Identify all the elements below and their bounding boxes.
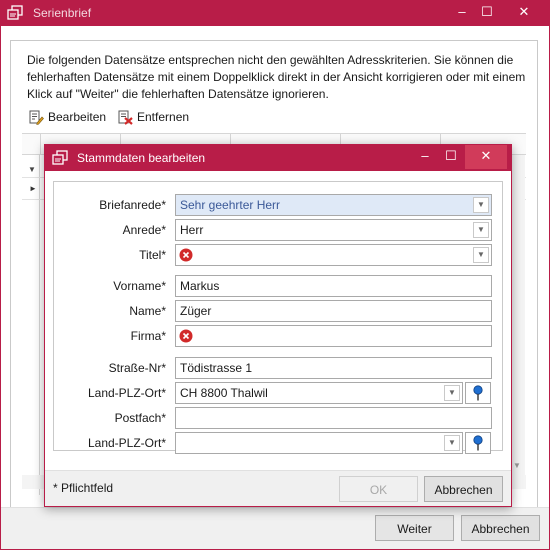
vorname-input[interactable]: Markus (175, 275, 492, 297)
postfach-input[interactable] (175, 407, 492, 429)
window-title-bar[interactable]: Serienbrief – ☐ ✕ (0, 0, 550, 26)
land-plz-ort-2-select[interactable]: ▼ (175, 432, 463, 454)
maximize-button[interactable]: ☐ (473, 0, 501, 26)
chevron-down-icon[interactable]: ▼ (473, 247, 489, 263)
chevron-down-icon[interactable]: ▼ (444, 435, 460, 451)
firma-input[interactable] (175, 325, 492, 347)
dialog-minimize-button[interactable]: – (412, 145, 438, 169)
field-label-name: Name* (129, 304, 166, 318)
ok-button[interactable]: OK (339, 476, 418, 502)
briefanrede-select[interactable]: Sehr geehrter Herr ▼ (175, 194, 492, 216)
field-label-briefanrede: Briefanrede* (99, 198, 166, 212)
current-row-icon: ► (29, 184, 37, 193)
remove-button[interactable]: Entfernen (117, 109, 189, 125)
edit-label: Bearbeiten (48, 110, 107, 124)
chevron-down-icon[interactable]: ▼ (473, 222, 489, 238)
error-icon (179, 248, 193, 262)
close-button[interactable]: ✕ (504, 0, 544, 26)
chevron-down-icon[interactable]: ▼ (444, 385, 460, 401)
grid-column-divider (40, 133, 41, 155)
remove-label: Entfernen (137, 110, 190, 124)
error-icon (179, 329, 193, 343)
edit-icon (29, 110, 44, 125)
dialog-close-button[interactable]: ✕ (465, 145, 507, 169)
anrede-select[interactable]: Herr ▼ (175, 219, 492, 241)
info-text: Die folgenden Datensätze entsprechen nic… (27, 53, 526, 101)
titel-select[interactable]: ▼ (175, 244, 492, 266)
dialog-title-bar[interactable]: Stammdaten bearbeiten – ☐ ✕ (45, 145, 511, 171)
grid-vertical-scrollbar[interactable] (511, 155, 525, 475)
cancel-button[interactable]: Abbrechen (461, 515, 540, 541)
locate-button-2[interactable] (465, 432, 491, 454)
land-plz-ort-select[interactable]: CH 8800 Thalwil ▼ (175, 382, 463, 404)
strasse-input[interactable]: Tödistrasse 1 (175, 357, 492, 379)
locate-button[interactable] (465, 382, 491, 404)
anrede-value: Herr (180, 223, 204, 237)
field-label-anrede: Anrede* (122, 223, 166, 237)
chevron-down-icon[interactable]: ▼ (473, 197, 489, 213)
next-button[interactable]: Weiter (375, 515, 454, 541)
dialog-title: Stammdaten bearbeiten (77, 151, 206, 165)
dialog-cancel-button[interactable]: Abbrechen (424, 476, 503, 502)
field-label-land-plz-ort: Land-PLZ-Ort* (87, 386, 166, 400)
field-label-titel: Titel* (139, 248, 166, 262)
edit-button[interactable]: Bearbeiten (28, 109, 106, 125)
field-label-land-plz-ort-2: Land-PLZ-Ort* (87, 436, 166, 450)
dialog-app-icon (52, 150, 68, 169)
grid-row-header (22, 155, 40, 495)
window-title: Serienbrief (33, 6, 92, 20)
required-note: * Pflichtfeld (53, 481, 114, 495)
app-icon (7, 5, 23, 24)
briefanrede-value: Sehr geehrter Herr (180, 198, 281, 212)
name-input[interactable]: Züger (175, 300, 492, 322)
map-pin-icon (473, 385, 483, 401)
minimize-button[interactable]: – (448, 0, 476, 26)
dialog-maximize-button[interactable]: ☐ (438, 145, 464, 169)
filter-icon[interactable]: ▼ (28, 165, 36, 174)
field-label-postfach: Postfach* (114, 411, 166, 425)
field-label-firma: Firma* (130, 329, 166, 343)
field-label-vorname: Vorname* (113, 279, 166, 293)
dialog-footer: * Pflichtfeld OK Abbrechen (45, 470, 511, 506)
scroll-down-icon[interactable]: ▼ (513, 461, 521, 470)
edit-master-data-dialog: Stammdaten bearbeiten – ☐ ✕ Briefanrede*… (44, 144, 512, 507)
land-plz-ort-value: CH 8800 Thalwil (180, 386, 268, 400)
remove-icon (118, 110, 133, 125)
map-pin-icon (473, 435, 483, 451)
field-label-strasse: Straße-Nr* (108, 361, 166, 375)
